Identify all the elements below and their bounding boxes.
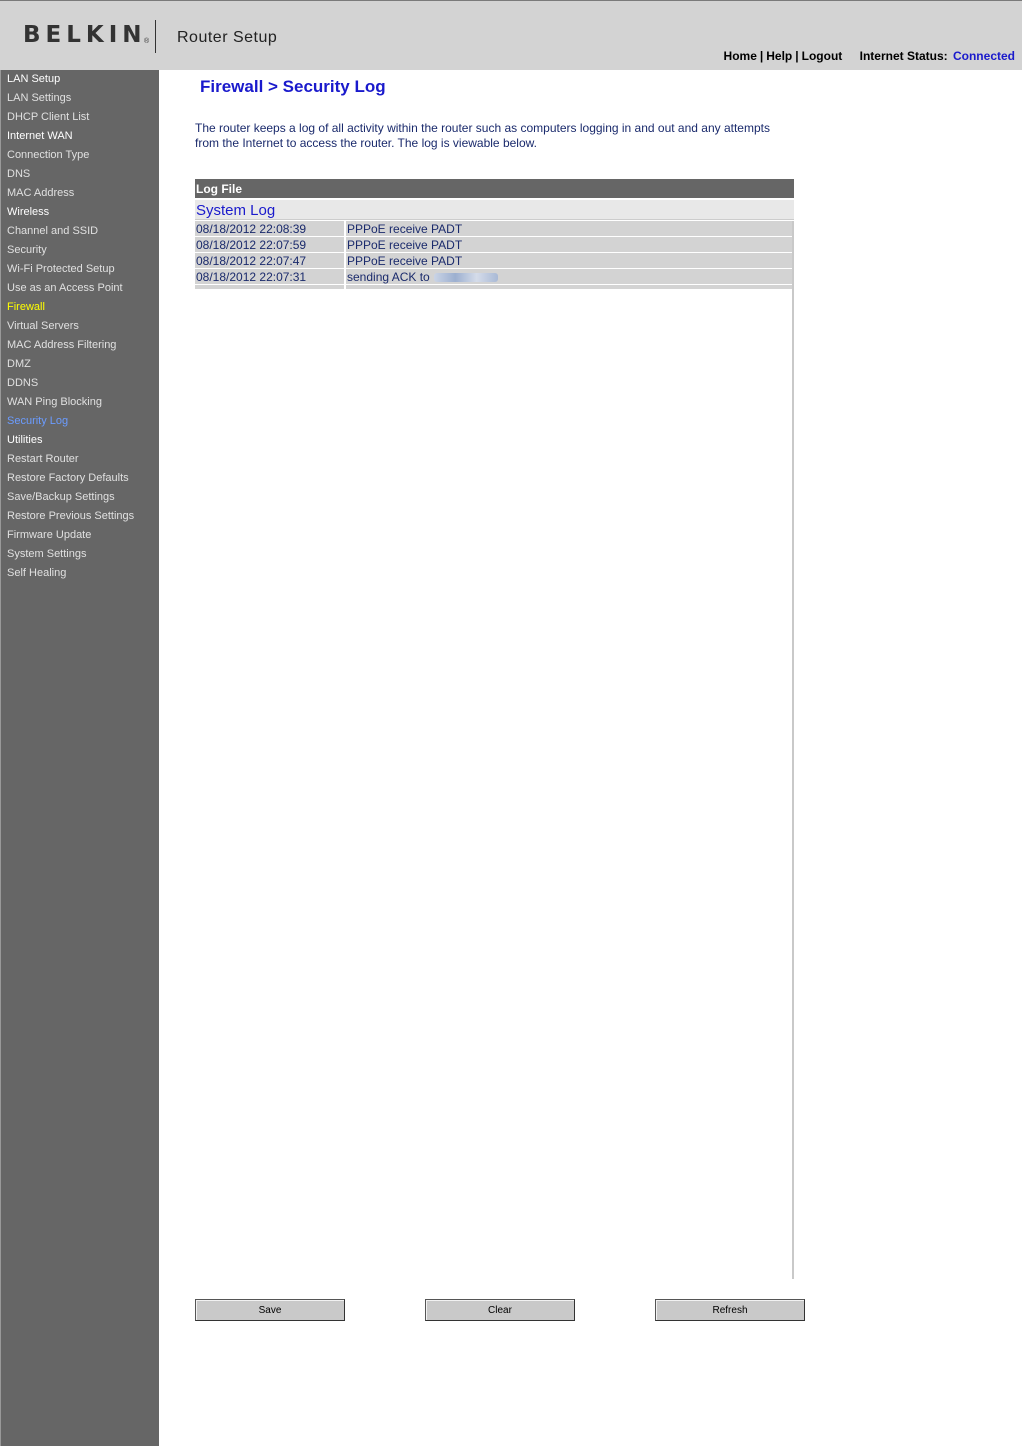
sidebar-item-connection-type[interactable]: Connection Type xyxy=(1,146,159,165)
log-list[interactable]: 08/18/2012 22:08:39 PPPoE receive PADT 08/… xyxy=(195,221,794,1279)
link-separator: | xyxy=(759,49,764,63)
belkin-logo: BELKIN xyxy=(23,22,147,48)
log-date: 08/18/2012 22:07:31 xyxy=(195,269,344,284)
sidebar-item-security-log[interactable]: Security Log xyxy=(1,412,159,431)
sidebar-item-utilities[interactable]: Utilities xyxy=(1,431,159,450)
refresh-button[interactable]: Refresh xyxy=(655,1299,805,1321)
sidebar-item-system-settings[interactable]: System Settings xyxy=(1,545,159,564)
log-message: PPPoE receive PADT xyxy=(346,221,792,236)
sidebar-item-self-healing[interactable]: Self Healing xyxy=(1,564,159,583)
log-row: 08/18/2012 22:07:31 sending ACK to xyxy=(195,269,792,285)
log-row-clipped xyxy=(195,285,792,289)
log-message: sending ACK to xyxy=(346,269,792,284)
registered-mark: ® xyxy=(144,38,150,45)
sidebar-item-dns[interactable]: DNS xyxy=(1,165,159,184)
sidebar-item-lan-setup[interactable]: LAN Setup xyxy=(1,70,159,89)
log-file-header: Log File xyxy=(195,179,794,198)
help-link[interactable]: Help xyxy=(766,49,792,63)
internet-status-value: Connected xyxy=(952,49,1015,63)
sidebar-item-wan-ping-blocking[interactable]: WAN Ping Blocking xyxy=(1,393,159,412)
clear-button[interactable]: Clear xyxy=(425,1299,575,1321)
link-separator: | xyxy=(795,49,799,63)
sidebar-item-firmware-update[interactable]: Firmware Update xyxy=(1,526,159,545)
sidebar-item-wireless[interactable]: Wireless xyxy=(1,203,159,222)
log-message: PPPoE receive PADT xyxy=(346,237,792,252)
app-title: Router Setup xyxy=(177,29,278,46)
sidebar-item-restore-previous-settings[interactable]: Restore Previous Settings xyxy=(1,507,159,526)
log-date: 08/18/2012 22:08:39 xyxy=(195,221,344,236)
sidebar-item-dmz[interactable]: DMZ xyxy=(1,355,159,374)
log-date xyxy=(195,285,344,289)
sidebar-item-restore-factory-defaults[interactable]: Restore Factory Defaults xyxy=(1,469,159,488)
log-message-text: PPPoE receive PADT xyxy=(347,238,463,252)
sidebar-item-lan-settings[interactable]: LAN Settings xyxy=(1,89,159,108)
sidebar-item-mac-address[interactable]: MAC Address xyxy=(1,184,159,203)
log-date: 08/18/2012 22:07:59 xyxy=(195,237,344,252)
log-message-text: PPPoE receive PADT xyxy=(347,254,463,268)
log-row: 08/18/2012 22:07:47 PPPoE receive PADT xyxy=(195,253,792,269)
sidebar-item-internet-wan[interactable]: Internet WAN xyxy=(1,127,159,146)
intro-text: The router keeps a log of all activity w… xyxy=(195,121,770,150)
header-divider xyxy=(155,20,156,53)
sidebar-item-channel-and-ssid[interactable]: Channel and SSID xyxy=(1,222,159,241)
logout-link[interactable]: Logout xyxy=(802,49,843,63)
home-link[interactable]: Home xyxy=(724,49,757,63)
save-button[interactable]: Save xyxy=(195,1299,345,1321)
log-date: 08/18/2012 22:07:47 xyxy=(195,253,344,268)
log-message-text: PPPoE receive PADT xyxy=(347,222,463,236)
header-bar: BELKIN ® Router Setup Home | Help | Logout I… xyxy=(0,0,1022,70)
log-message: PPPoE receive PADT xyxy=(346,253,792,268)
redacted-address xyxy=(433,273,498,283)
sidebar-item-save-backup-settings[interactable]: Save/Backup Settings xyxy=(1,488,159,507)
log-message xyxy=(346,285,792,289)
sidebar-item-firewall[interactable]: Firewall xyxy=(1,298,159,317)
top-links: Home | Help | Logout Internet Status: Connec… xyxy=(724,49,1015,63)
log-row: 08/18/2012 22:07:59 PPPoE receive PADT xyxy=(195,237,792,253)
page-title: Firewall > Security Log xyxy=(200,77,386,96)
sidebar-item-ddns[interactable]: DDNS xyxy=(1,374,159,393)
internet-status-label: Internet Status: xyxy=(859,49,948,63)
log-row: 08/18/2012 22:08:39 PPPoE receive PADT xyxy=(195,221,792,237)
sidebar-item-security[interactable]: Security xyxy=(1,241,159,260)
log-message-text: sending ACK to xyxy=(347,270,430,284)
sidebar-item-virtual-servers[interactable]: Virtual Servers xyxy=(1,317,159,336)
sidebar-item-use-as-an-access-point[interactable]: Use as an Access Point xyxy=(1,279,159,298)
sidebar-item-mac-address-filtering[interactable]: MAC Address Filtering xyxy=(1,336,159,355)
sidebar-item-wi-fi-protected-setup[interactable]: Wi-Fi Protected Setup xyxy=(1,260,159,279)
system-log-header: System Log xyxy=(195,200,794,220)
sidebar-nav: LAN Setup LAN Settings DHCP Client List Int… xyxy=(0,70,159,1446)
sidebar-item-restart-router[interactable]: Restart Router xyxy=(1,450,159,469)
sidebar-item-dhcp-client-list[interactable]: DHCP Client List xyxy=(1,108,159,127)
